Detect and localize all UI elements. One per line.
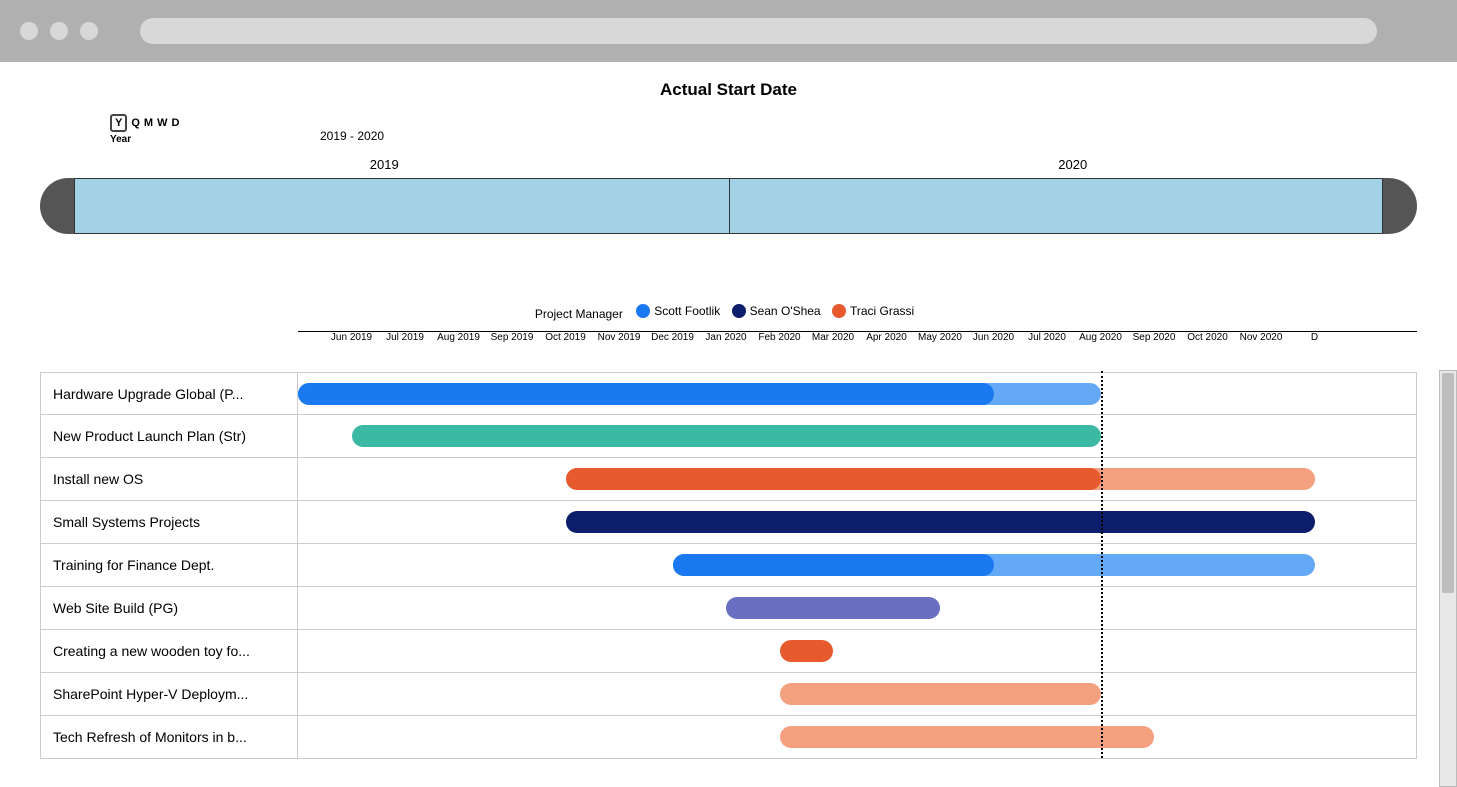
task-label[interactable]: Web Site Build (PG) xyxy=(40,587,298,630)
task-bar-row xyxy=(298,544,1417,587)
task-bar[interactable] xyxy=(673,554,994,576)
axis-tick: Nov 2019 xyxy=(598,332,641,343)
task-label[interactable]: Tech Refresh of Monitors in b... xyxy=(40,716,298,759)
task-bar[interactable] xyxy=(780,683,1101,705)
x-axis-ticks: Jun 2019 Jul 2019 Aug 2019 Sep 2019 Oct 2019… xyxy=(298,332,1417,356)
gantt-bars xyxy=(298,372,1417,759)
zoom-d[interactable]: D xyxy=(171,117,179,129)
axis-tick: Dec 2019 xyxy=(651,332,694,343)
axis-tick: Mar 2020 xyxy=(812,332,854,343)
today-marker xyxy=(1101,371,1103,758)
legend-item-scott[interactable]: Scott Footlik xyxy=(636,304,720,318)
zoom-range-label: 2019 - 2020 xyxy=(320,129,1417,143)
zoom-w[interactable]: W xyxy=(157,117,167,129)
axis-tick: D xyxy=(1311,332,1318,343)
gantt-timeline-area: Jun 2019 Jul 2019 Aug 2019 Sep 2019 Oct 2019… xyxy=(298,331,1417,759)
browser-frame: Actual Start Date Y Q M W D Year 2019 - … xyxy=(0,0,1457,787)
chart-title: Actual Start Date xyxy=(40,80,1417,100)
axis-tick: Oct 2019 xyxy=(545,332,586,343)
url-bar[interactable] xyxy=(140,18,1377,44)
browser-titlebar xyxy=(0,0,1457,62)
axis-tick: Apr 2020 xyxy=(866,332,907,343)
task-bar-row xyxy=(298,458,1417,501)
timeline-slider[interactable] xyxy=(40,178,1417,234)
year-header-row: 2019 2020 xyxy=(40,157,1417,172)
task-bar-row xyxy=(298,587,1417,630)
legend-dot-icon xyxy=(832,304,846,318)
task-label[interactable]: SharePoint Hyper-V Deploym... xyxy=(40,673,298,716)
task-bar[interactable] xyxy=(352,425,1101,447)
task-label[interactable]: Install new OS xyxy=(40,458,298,501)
timeline-body[interactable] xyxy=(74,178,1383,234)
task-bar-row xyxy=(298,716,1417,759)
zoom-y[interactable]: Y xyxy=(110,114,127,132)
legend-dot-icon xyxy=(732,304,746,318)
task-bar[interactable] xyxy=(298,383,994,405)
axis-tick: Aug 2019 xyxy=(437,332,480,343)
axis-tick: May 2020 xyxy=(918,332,962,343)
task-bar[interactable] xyxy=(566,511,1315,533)
scrollbar-thumb[interactable] xyxy=(1442,373,1454,593)
window-max-dot[interactable] xyxy=(80,22,98,40)
year-2020: 2020 xyxy=(729,157,1418,172)
axis-tick: Sep 2019 xyxy=(491,332,534,343)
axis-tick: Jun 2020 xyxy=(973,332,1014,343)
timeline-handle-left[interactable] xyxy=(40,178,74,234)
axis-tick: Aug 2020 xyxy=(1079,332,1122,343)
task-bar-row xyxy=(298,673,1417,716)
timeline-handle-right[interactable] xyxy=(1383,178,1417,234)
task-bar-row xyxy=(298,372,1417,415)
window-close-dot[interactable] xyxy=(20,22,38,40)
axis-tick: Sep 2020 xyxy=(1133,332,1176,343)
axis-tick: Jul 2019 xyxy=(386,332,424,343)
task-label[interactable]: New Product Launch Plan (Str) xyxy=(40,415,298,458)
task-bar[interactable] xyxy=(780,640,834,662)
vertical-scrollbar[interactable] xyxy=(1439,370,1457,787)
task-label[interactable]: Small Systems Projects xyxy=(40,501,298,544)
task-bar[interactable] xyxy=(780,726,1155,748)
axis-tick: Jun 2019 xyxy=(331,332,372,343)
task-bar-row xyxy=(298,501,1417,544)
axis-tick: Nov 2020 xyxy=(1240,332,1283,343)
legend-title: Project Manager xyxy=(535,307,623,321)
window-min-dot[interactable] xyxy=(50,22,68,40)
axis-tick: Feb 2020 xyxy=(758,332,800,343)
task-bar-row xyxy=(298,415,1417,458)
zoom-m[interactable]: M xyxy=(144,117,153,129)
axis-tick: Jul 2020 xyxy=(1028,332,1066,343)
axis-tick: Jan 2020 xyxy=(705,332,746,343)
axis-tick: Oct 2020 xyxy=(1187,332,1228,343)
legend: Project Manager Scott Footlik Sean O'She… xyxy=(40,304,1417,321)
gantt-task-labels: Hardware Upgrade Global (P...New Product… xyxy=(40,331,298,759)
task-label[interactable]: Creating a new wooden toy fo... xyxy=(40,630,298,673)
task-label[interactable]: Hardware Upgrade Global (P... xyxy=(40,372,298,415)
gantt-chart: Hardware Upgrade Global (P...New Product… xyxy=(40,331,1417,759)
content-area: Actual Start Date Y Q M W D Year 2019 - … xyxy=(0,62,1457,759)
task-bar[interactable] xyxy=(566,468,1101,490)
task-bar-row xyxy=(298,630,1417,673)
legend-item-sean[interactable]: Sean O'Shea xyxy=(732,304,821,318)
task-label[interactable]: Training for Finance Dept. xyxy=(40,544,298,587)
task-bar[interactable] xyxy=(726,597,940,619)
timeline-year-divider xyxy=(729,179,730,233)
legend-dot-icon xyxy=(636,304,650,318)
zoom-q[interactable]: Q xyxy=(131,117,140,129)
year-2019: 2019 xyxy=(40,157,729,172)
legend-item-traci[interactable]: Traci Grassi xyxy=(832,304,914,318)
